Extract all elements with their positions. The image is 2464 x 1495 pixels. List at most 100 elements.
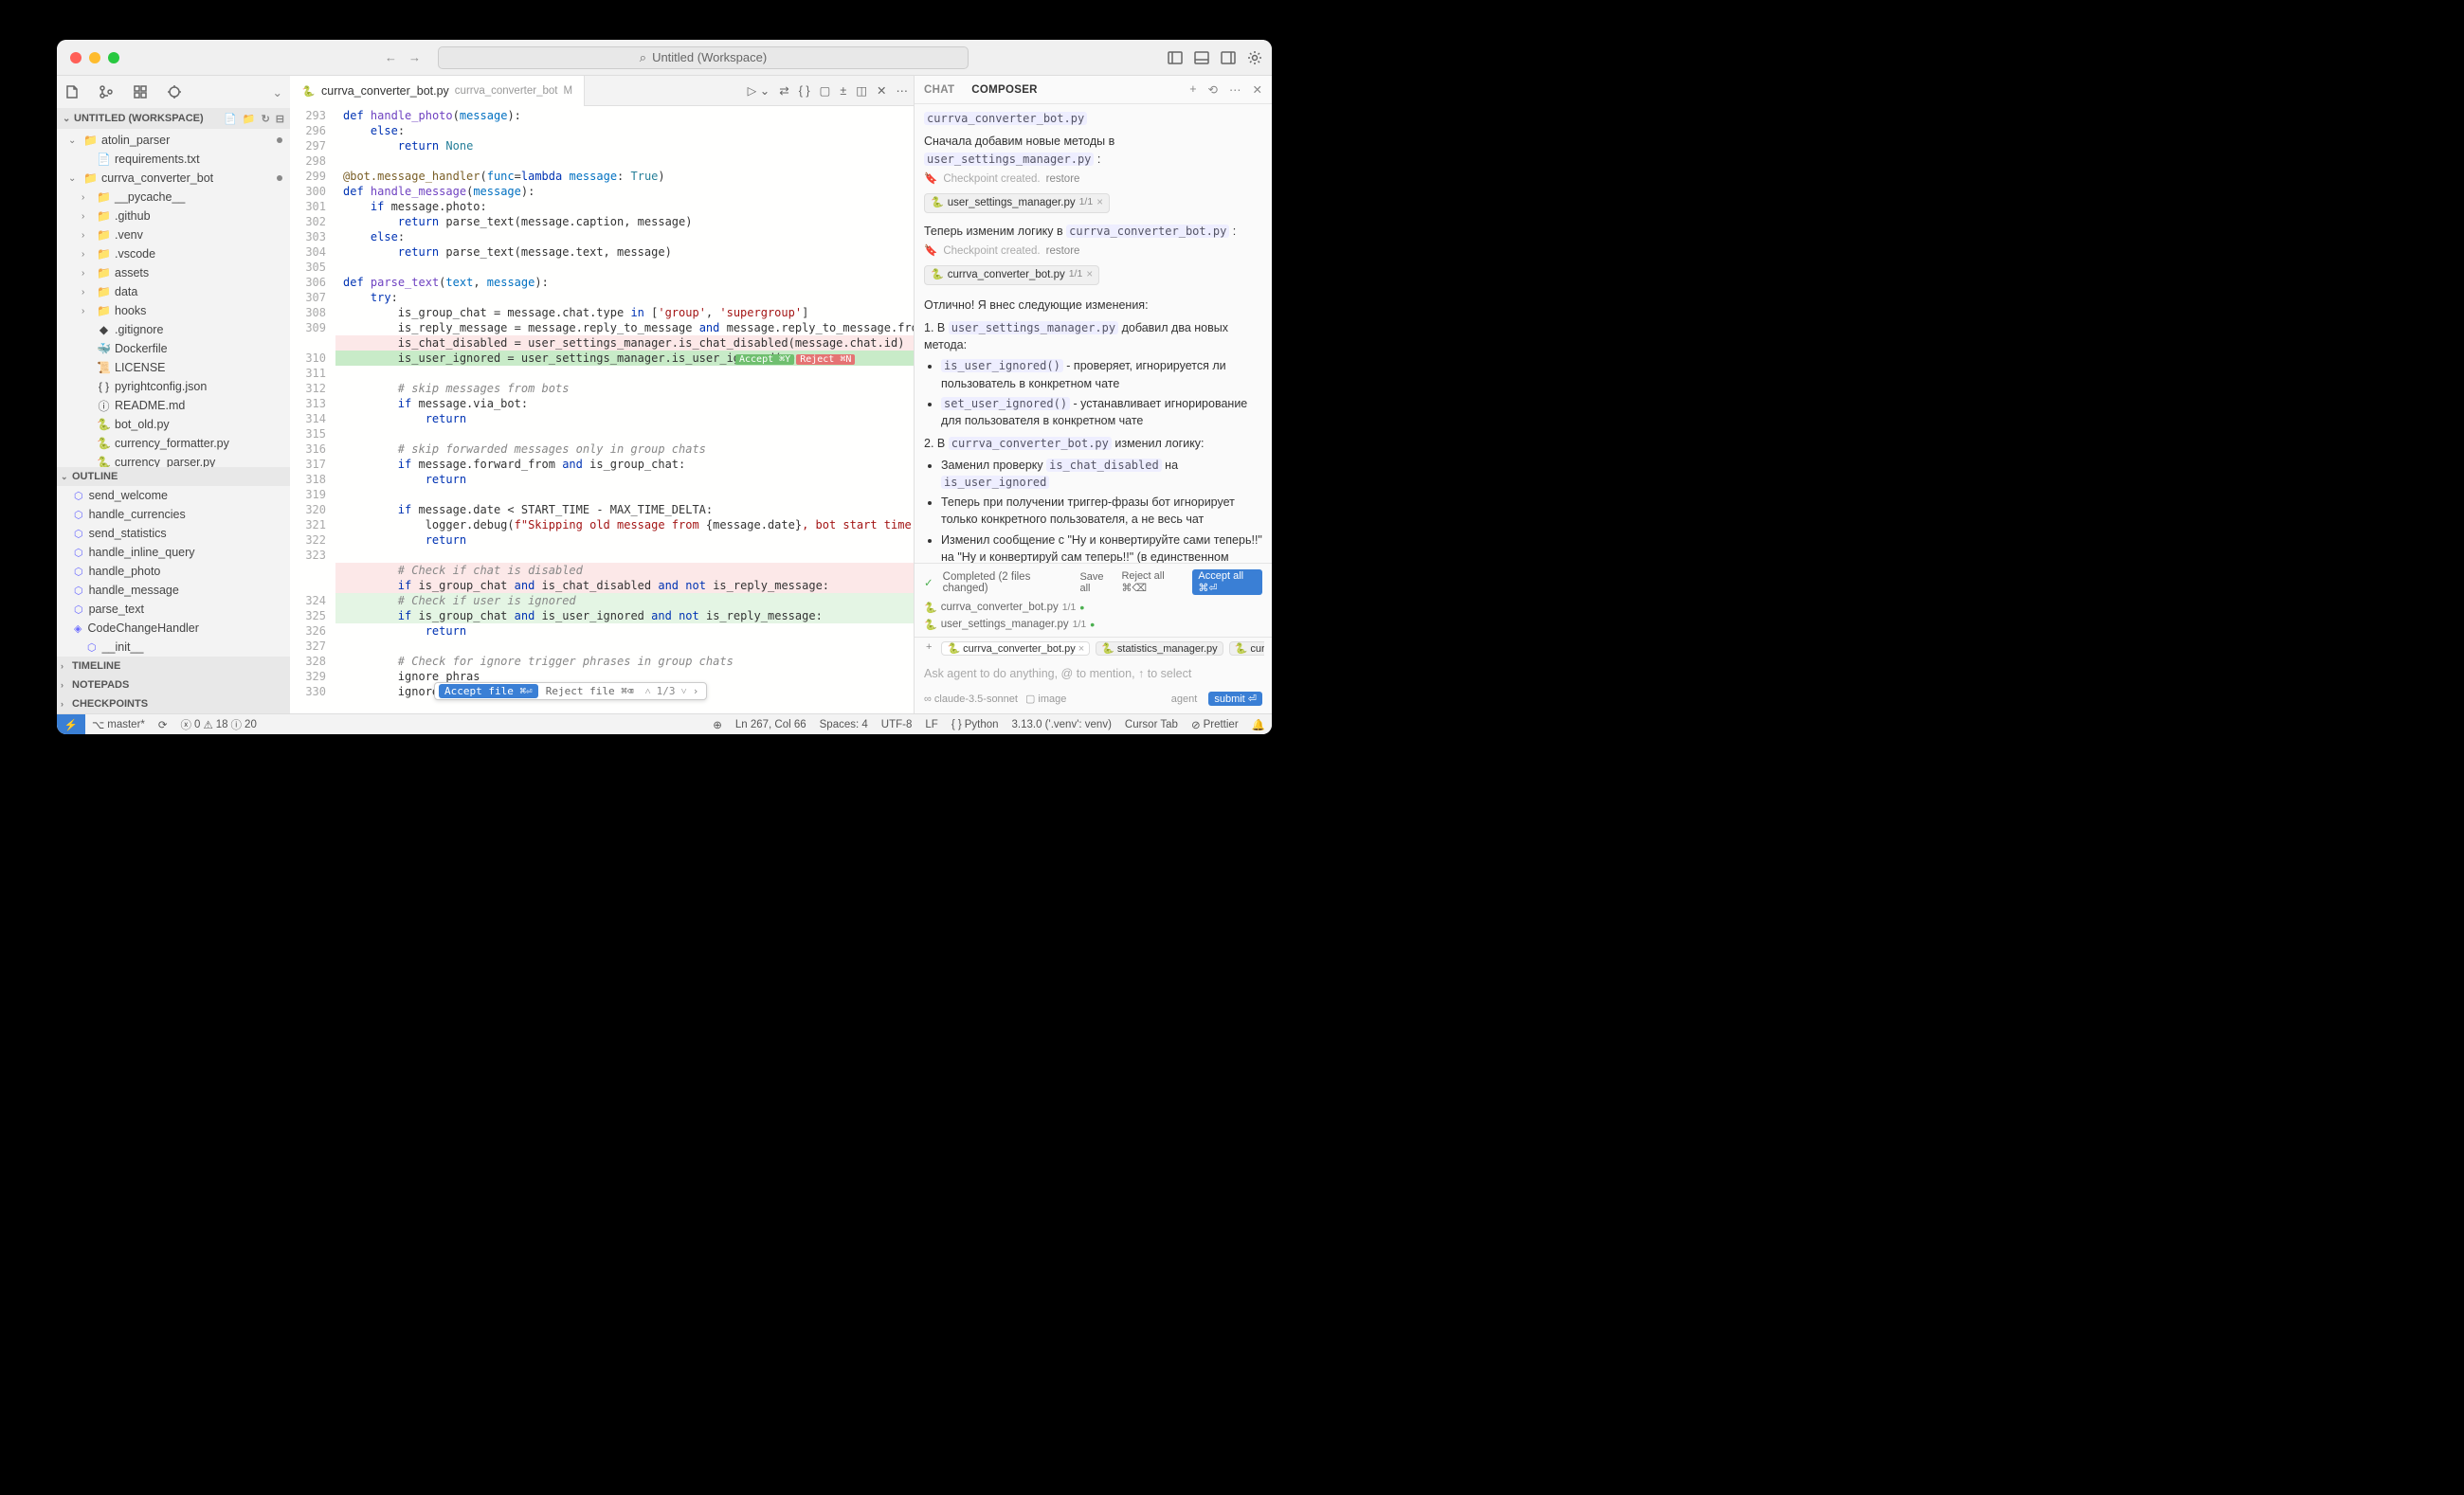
split-icon[interactable]: ◫ (856, 83, 867, 98)
notepads-section[interactable]: ›NOTEPADS (57, 675, 290, 694)
tree-item[interactable]: ◆.gitignore (57, 320, 290, 339)
cursor-position[interactable]: Ln 267, Col 66 (729, 718, 813, 731)
chevron-down-icon[interactable]: ⌄ (273, 85, 282, 99)
accept-all-button[interactable]: Accept all ⌘⏎ (1192, 569, 1262, 595)
accept-file-button[interactable]: Accept file ⌘⏎ (439, 684, 538, 698)
git-branch[interactable]: ⌥ master* (85, 718, 152, 731)
outline-item[interactable]: ⬡handle_photo (57, 562, 290, 581)
close-window-button[interactable] (70, 52, 82, 63)
maximize-window-button[interactable] (108, 52, 119, 63)
restore-button[interactable]: restore (1046, 243, 1080, 260)
changed-file-chip[interactable]: currva_converter_bot.py 1/1 × (924, 265, 1099, 285)
compare-icon[interactable]: ⇄ (779, 83, 788, 98)
outline-item[interactable]: ⬡handle_message (57, 581, 290, 600)
tree-item[interactable]: ›📁data (57, 282, 290, 301)
editor-tab[interactable]: currva_converter_bot.py currva_converter… (290, 76, 585, 106)
bell-icon[interactable]: 🔔 (1245, 718, 1272, 731)
remote-button[interactable]: ⚡ (57, 714, 85, 735)
braces-icon[interactable]: { } (799, 84, 810, 98)
preview-icon[interactable]: ▢ (820, 83, 831, 98)
reject-file-button[interactable]: Reject file ⌘⌫ (542, 685, 638, 697)
debug-icon[interactable] (167, 84, 182, 99)
back-button[interactable]: ← (385, 50, 397, 64)
tree-item[interactable]: ›📁assets (57, 263, 290, 282)
prettier-status[interactable]: ⊘ Prettier (1185, 718, 1245, 731)
tree-item[interactable]: ⌄📁currva_converter_bot (57, 169, 290, 188)
run-icon[interactable]: ▷ ⌄ (748, 83, 770, 98)
eol[interactable]: LF (918, 718, 944, 731)
outline-item[interactable]: ⬡parse_text (57, 600, 290, 619)
close-icon[interactable]: ✕ (1253, 82, 1262, 97)
tree-item[interactable]: 🐳Dockerfile (57, 339, 290, 358)
inline-accept-button[interactable]: Accept ⌘Y (735, 354, 794, 365)
outline-item[interactable]: ⬡send_welcome (57, 486, 290, 505)
close-chip-icon[interactable]: × (1086, 267, 1093, 283)
composer-tab[interactable]: COMPOSER (971, 84, 1038, 96)
diff-next-icon[interactable]: › (693, 685, 699, 697)
tree-item[interactable]: 🐍currency_parser.py (57, 453, 290, 467)
submit-button[interactable]: submit ⏎ (1208, 692, 1262, 706)
sync-button[interactable]: ⟳ (152, 718, 174, 731)
source-control-icon[interactable] (99, 84, 114, 99)
command-center-search[interactable]: ⌕ Untitled (Workspace) (438, 46, 969, 69)
explorer-workspace-header[interactable]: ⌄ UNTITLED (WORKSPACE) 📄 📁 ↻ ⊟ (57, 108, 290, 129)
code-editor[interactable]: 2932962972982993003013023033043053063073… (290, 106, 914, 713)
tree-item[interactable]: 🐍currency_formatter.py (57, 434, 290, 453)
code-content[interactable]: def handle_photo(message): else: return … (335, 106, 914, 713)
history-icon[interactable]: ⟲ (1208, 82, 1218, 97)
minimize-window-button[interactable] (89, 52, 100, 63)
context-chip[interactable]: currva_converter_bot.py× (941, 641, 1090, 656)
python-interpreter[interactable]: 3.13.0 ('.venv': venv) (1006, 718, 1118, 731)
files-icon[interactable] (64, 84, 80, 99)
zoom-indicator[interactable]: ⊕ (706, 718, 729, 731)
add-icon[interactable]: + (1189, 82, 1196, 97)
tree-item[interactable]: ›📁.vscode (57, 244, 290, 263)
context-chip[interactable]: statistics_manager.py (1096, 641, 1223, 656)
panel-bottom-icon[interactable] (1194, 50, 1209, 65)
reject-all-button[interactable]: Reject all ⌘⌫ (1121, 570, 1183, 594)
extensions-icon[interactable] (133, 84, 148, 99)
tree-item[interactable]: 📄requirements.txt (57, 150, 290, 169)
changed-file-row[interactable]: user_settings_manager.py1/1• (924, 616, 1262, 633)
agent-mode[interactable]: agent (1171, 693, 1198, 705)
tree-item[interactable]: ›📁.venv (57, 225, 290, 244)
tree-item[interactable]: { }pyrightconfig.json (57, 377, 290, 396)
restore-button[interactable]: restore (1046, 171, 1080, 188)
add-context-button[interactable]: + (922, 641, 935, 656)
encoding[interactable]: UTF-8 (875, 718, 919, 731)
chat-tab[interactable]: CHAT (924, 84, 954, 96)
tree-item[interactable]: ›📁hooks (57, 301, 290, 320)
forward-button[interactable]: → (408, 50, 421, 64)
timeline-section[interactable]: ›TIMELINE (57, 657, 290, 675)
panel-left-icon[interactable] (1168, 50, 1183, 65)
more-icon[interactable]: ⋯ (1229, 82, 1241, 97)
tree-item[interactable]: ›📁.github (57, 207, 290, 225)
close-chip-icon[interactable]: × (1096, 195, 1103, 211)
refresh-icon[interactable]: ↻ (262, 113, 270, 125)
tree-item[interactable]: ⓘREADME.md (57, 396, 290, 415)
composer-input[interactable]: Ask agent to do anything, @ to mention, … (915, 659, 1272, 688)
new-file-icon[interactable]: 📄 (224, 113, 237, 125)
diff-down-icon[interactable]: ˅ (681, 685, 687, 697)
diff-up-icon[interactable]: ˄ (644, 685, 650, 697)
outline-item[interactable]: ⬡handle_inline_query (57, 543, 290, 562)
cursor-tab-indicator[interactable]: Cursor Tab (1118, 718, 1185, 731)
panel-right-icon[interactable] (1221, 50, 1236, 65)
tree-item[interactable]: ›📁__pycache__ (57, 188, 290, 207)
save-all-button[interactable]: Save all (1079, 571, 1112, 594)
changed-file-row[interactable]: currva_converter_bot.py1/1• (924, 599, 1262, 616)
outline-item[interactable]: ⬡send_statistics (57, 524, 290, 543)
language-mode[interactable]: { } Python (945, 718, 1006, 731)
tree-item[interactable]: ⌄📁atolin_parser (57, 131, 290, 150)
outline-item[interactable]: ⬡handle_currencies (57, 505, 290, 524)
tree-item[interactable]: 🐍bot_old.py (57, 415, 290, 434)
outline-item[interactable]: ⬡__init__ (57, 638, 290, 657)
close-diff-icon[interactable]: ✕ (877, 83, 886, 98)
more-icon[interactable]: ⋯ (897, 83, 909, 98)
diff-icon[interactable]: ± (840, 84, 846, 98)
inline-reject-button[interactable]: Reject ⌘N (796, 354, 855, 365)
indentation[interactable]: Spaces: 4 (813, 718, 875, 731)
model-selector[interactable]: ∞ claude-3.5-sonnet (924, 693, 1018, 705)
checkpoints-section[interactable]: ›CHECKPOINTS (57, 694, 290, 713)
tree-item[interactable]: 📜LICENSE (57, 358, 290, 377)
